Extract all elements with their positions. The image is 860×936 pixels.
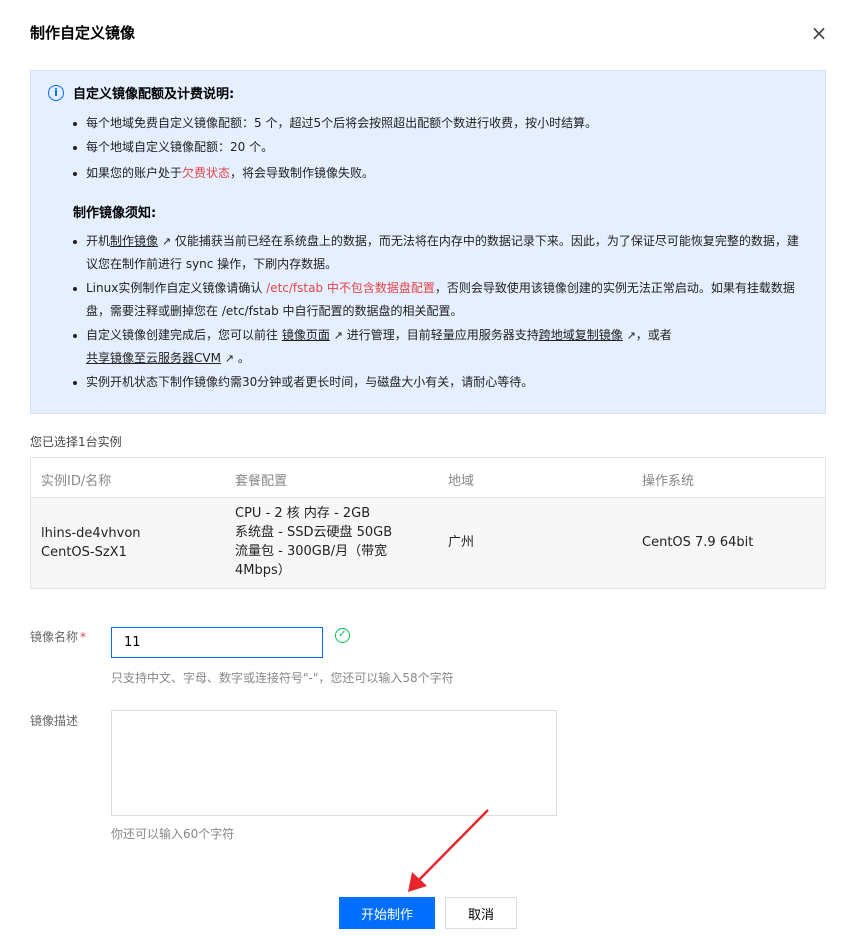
external-link-icon: ↗ <box>161 235 172 248</box>
instance-os: CentOS 7.9 64bit <box>642 535 754 550</box>
item1-after: 仅能捕获当前已经在系统盘上的数据，而无法将在内存中的数据记录下来。因此，为了保证… <box>86 234 799 271</box>
list-item: 每个地域自定义镜像配额：20 个。 <box>73 136 803 159</box>
make-image-link[interactable]: 制作镜像 <box>110 234 158 248</box>
image-desc-label: 镜像描述 <box>30 714 79 728</box>
table-header: 实例ID/名称 套餐配置 地域 操作系统 <box>31 458 825 498</box>
info-icon: i <box>48 85 64 101</box>
list-item: 开机制作镜像 ↗ 仅能捕获当前已经在系统盘上的数据，而无法将在内存中的数据记录下… <box>73 230 803 276</box>
item2-before: Linux实例制作自定义镜像请确认 <box>86 281 267 295</box>
config-line-3: 流量包 - 300GB/月（带宽 <box>235 544 388 559</box>
dialog-title: 制作自定义镜像 <box>30 24 136 42</box>
instance-region: 广州 <box>448 535 475 550</box>
cancel-button[interactable]: 取消 <box>445 897 517 929</box>
column-header-config: 套餐配置 <box>235 474 288 489</box>
instance-id: lhins-de4vhvon <box>41 526 141 541</box>
cross-region-copy-link[interactable]: 跨地域复制镜像 <box>539 328 623 342</box>
list-item: Linux实例制作自定义镜像请确认 /etc/fstab 中不包含数据盘配置，否… <box>73 277 803 323</box>
item1-before: 开机 <box>86 234 111 248</box>
check-circle-icon: ✓ <box>335 628 350 643</box>
external-link-icon: ↗ <box>333 329 343 342</box>
config-line-4: 4Mbps） <box>235 563 291 578</box>
item4-text: 实例开机状态下制作镜像约需30分钟或者更长时间，与磁盘大小有关，请耐心等待。 <box>86 375 534 389</box>
image-desc-hint: 你还可以输入60个字符 <box>111 827 235 841</box>
instance-table: 实例ID/名称 套餐配置 地域 操作系统 lhins-de4vhvon Cent… <box>30 457 826 589</box>
instance-name: CentOS-SzX1 <box>41 545 127 560</box>
quota-heading: 自定义镜像配额及计费说明: <box>73 87 235 102</box>
image-page-link[interactable]: 镜像页面 <box>282 328 330 342</box>
table-row: lhins-de4vhvon CentOS-SzX1 CPU - 2 核 内存 … <box>31 498 825 588</box>
column-header-region: 地域 <box>448 474 475 489</box>
image-desc-textarea[interactable] <box>111 710 557 816</box>
arrears-text-before: 如果您的账户处于 <box>86 166 183 180</box>
config-line-2: 系统盘 - SSD云硬盘 50GB <box>235 525 393 540</box>
image-name-hint: 只支持中文、字母、数字或连接符号"-"，您还可以输入58个字符 <box>111 671 454 685</box>
item3-before: 自定义镜像创建完成后，您可以前往 <box>86 328 282 342</box>
quota-item-1: 每个地域免费自定义镜像配额：5 个，超过5个后将会按照超出配额个数进行收费，按小… <box>86 116 598 130</box>
selection-caption: 您已选择1台实例 <box>30 435 122 449</box>
arrears-text-after: ，将会导致制作镜像失败。 <box>230 166 375 180</box>
make-heading: 制作镜像须知: <box>73 206 157 221</box>
column-header-instance: 实例ID/名称 <box>41 474 112 489</box>
item3-after: 。 <box>234 351 250 365</box>
list-item: 如果您的账户处于欠费状态，将会导致制作镜像失败。 <box>73 162 803 185</box>
share-to-cvm-link[interactable]: 共享镜像至云服务器CVM <box>86 351 221 365</box>
required-mark: * <box>80 630 87 644</box>
image-name-label: 镜像名称 * <box>30 630 87 644</box>
config-line-1: CPU - 2 核 内存 - 2GB <box>235 506 371 521</box>
close-icon[interactable]: × <box>808 22 830 44</box>
list-item: 实例开机状态下制作镜像约需30分钟或者更长时间，与磁盘大小有关，请耐心等待。 <box>73 371 803 394</box>
list-item: 自定义镜像创建完成后，您可以前往 镜像页面 ↗ 进行管理，目前轻量应用服务器支持… <box>73 324 803 370</box>
quota-item-2: 每个地域自定义镜像配额：20 个。 <box>86 140 274 154</box>
column-header-os: 操作系统 <box>642 474 695 489</box>
external-link-icon: ↗ <box>626 329 636 342</box>
arrears-status: 欠费状态 <box>182 166 231 180</box>
external-link-icon: ↗ <box>224 352 234 365</box>
create-image-dialog: 制作自定义镜像 × i 自定义镜像配额及计费说明: 每个地域免费自定义镜像配额：… <box>0 0 860 936</box>
image-name-input[interactable] <box>111 627 323 658</box>
item3-middle: 进行管理，目前轻量应用服务器支持 <box>342 328 539 342</box>
item3-middle2: ，或者 <box>635 328 672 342</box>
list-item: 每个地域免费自定义镜像配额：5 个，超过5个后将会按照超出配额个数进行收费，按小… <box>73 112 803 135</box>
start-create-button[interactable]: 开始制作 <box>339 897 435 929</box>
fstab-warning: /etc/fstab 中不包含数据盘配置 <box>266 281 435 295</box>
notice-panel: i 自定义镜像配额及计费说明: 每个地域免费自定义镜像配额：5 个，超过5个后将… <box>30 70 826 414</box>
